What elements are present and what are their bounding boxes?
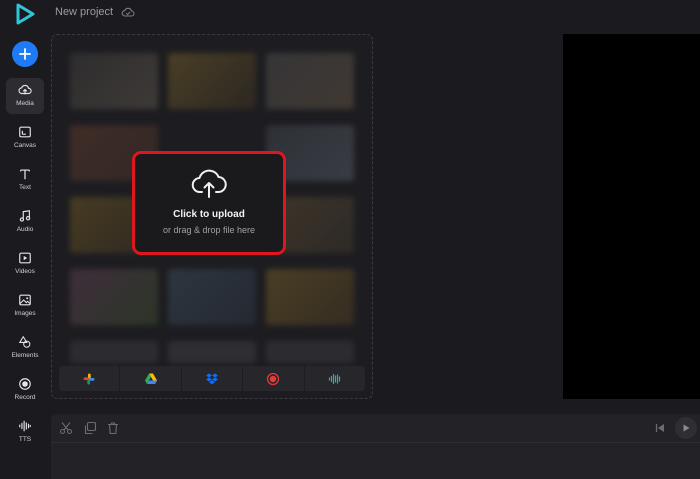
timeline-toolbar: [51, 414, 700, 443]
dropbox-button[interactable]: [182, 366, 244, 391]
record-screen-icon: [267, 372, 280, 385]
sidebar-item-label: Text: [19, 184, 31, 191]
thumbnail-placeholder: [168, 269, 256, 325]
sidebar-item-label: Canvas: [13, 142, 37, 149]
sidebar-item-label: Media: [16, 100, 34, 107]
sidebar-item-elements[interactable]: Elements: [6, 330, 44, 366]
editor-app: New project Media Canvas Text Audio Vide…: [0, 0, 700, 479]
sidebar-item-label: TTS: [18, 436, 32, 443]
google-photos-icon: [83, 373, 95, 384]
sidebar-item-tts[interactable]: TTS: [6, 414, 44, 450]
sidebar-item-label: Audio: [16, 226, 34, 233]
timeline: [51, 414, 700, 479]
thumbnail-placeholder: [266, 341, 354, 363]
waveform-icon: [19, 420, 31, 432]
sidebar-item-canvas[interactable]: Canvas: [6, 120, 44, 156]
video-icon: [19, 252, 31, 264]
skip-back-icon[interactable]: [654, 422, 666, 434]
add-button[interactable]: [12, 41, 38, 67]
thumbnail-placeholder: [70, 53, 158, 109]
dropbox-icon: [206, 373, 219, 384]
play-icon: [683, 424, 690, 432]
project-title[interactable]: New project: [55, 6, 113, 18]
canvas-icon: [19, 126, 31, 138]
sidebar: Media Canvas Text Audio Videos Images El…: [0, 34, 50, 479]
cloud-icon: [121, 7, 135, 17]
google-drive-icon: [144, 373, 157, 384]
google-drive-button[interactable]: [120, 366, 182, 391]
sidebar-item-videos[interactable]: Videos: [6, 246, 44, 282]
sidebar-item-text[interactable]: Text: [6, 162, 44, 198]
thumbnail-placeholder: [70, 341, 158, 363]
sidebar-item-label: Elements: [11, 352, 39, 359]
record-screen-button[interactable]: [243, 366, 305, 391]
thumbnail-placeholder: [266, 53, 354, 109]
upload-title: Click to upload: [173, 209, 245, 220]
video-preview[interactable]: [563, 34, 700, 399]
duplicate-icon[interactable]: [83, 421, 97, 435]
media-panel: Click to upload or drag & drop file here: [51, 34, 373, 399]
record-icon: [19, 378, 31, 390]
thumbnail-placeholder: [168, 53, 256, 109]
sidebar-item-images[interactable]: Images: [6, 288, 44, 324]
image-icon: [19, 294, 31, 306]
import-source-bar: [59, 366, 365, 391]
shapes-icon: [18, 335, 31, 348]
upload-subtitle: or drag & drop file here: [162, 225, 256, 235]
thumbnail-placeholder: [266, 269, 354, 325]
sidebar-item-label: Images: [14, 310, 36, 317]
sidebar-item-media[interactable]: Media: [6, 78, 44, 114]
top-bar: New project: [0, 0, 700, 26]
sidebar-item-record[interactable]: Record: [6, 372, 44, 408]
music-note-icon: [19, 210, 31, 222]
google-photos-button[interactable]: [59, 366, 121, 391]
audio-wave-icon: [328, 373, 340, 384]
plus-icon: [19, 48, 31, 60]
play-logo-icon[interactable]: [14, 3, 36, 25]
text-icon: [20, 169, 30, 180]
sidebar-item-label: Videos: [15, 268, 35, 275]
trash-icon[interactable]: [106, 421, 120, 435]
sidebar-item-label: Record: [14, 394, 36, 401]
play-button[interactable]: [675, 417, 697, 439]
sidebar-item-audio[interactable]: Audio: [6, 204, 44, 240]
upload-dropzone[interactable]: Click to upload or drag & drop file here: [132, 151, 286, 255]
thumbnail-placeholder: [70, 269, 158, 325]
cloud-upload-icon: [191, 169, 227, 198]
cloud-upload-icon: [18, 84, 32, 95]
thumbnail-placeholder: [168, 341, 256, 363]
scissors-icon[interactable]: [59, 421, 73, 435]
audio-wave-button[interactable]: [305, 366, 365, 391]
